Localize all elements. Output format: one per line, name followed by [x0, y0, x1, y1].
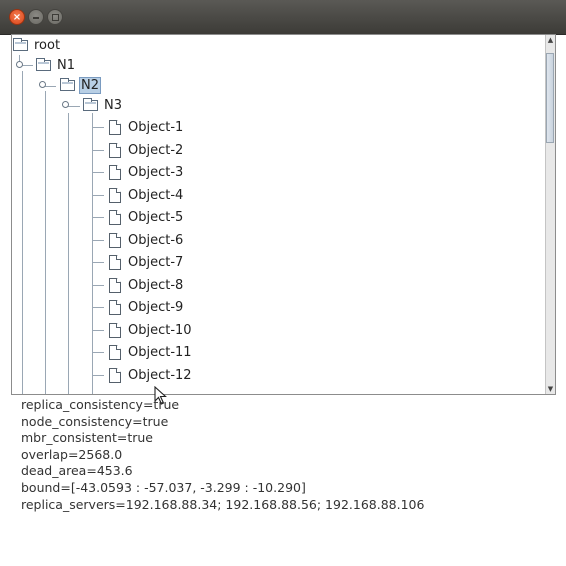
file-fold-icon [116, 143, 121, 148]
tree-node-object[interactable]: Object-12 [12, 366, 212, 386]
window-titlebar[interactable]: × [0, 0, 566, 35]
tree-node-object[interactable]: Object-8 [12, 276, 212, 296]
file-fold-icon [116, 345, 121, 350]
tree-node-object[interactable]: Object-3 [12, 163, 212, 183]
node-info-panel: replica_consistency=true node_consistenc… [21, 397, 551, 513]
tree-view[interactable]: root N1 N2 N3 Object-1 Object-2 Object-3 Ob… [11, 34, 556, 395]
info-dead-area: dead_area=453.6 [21, 463, 133, 479]
tree-node-object[interactable]: Object-7 [12, 253, 212, 273]
scroll-down-icon[interactable]: ▼ [546, 384, 555, 394]
tree-node-object[interactable]: Object-9 [12, 298, 212, 318]
file-fold-icon [116, 165, 121, 170]
tree-node-label: Object-11 [128, 345, 192, 360]
maximize-window-button[interactable] [47, 9, 63, 25]
file-fold-icon [116, 278, 121, 283]
tree-node-label: Object-2 [128, 143, 184, 158]
tree-node-n2[interactable]: N2 [12, 76, 122, 96]
info-mbr-consistent: mbr_consistent=true [21, 430, 153, 446]
tree-node-label: N3 [104, 98, 122, 113]
tree-node-object[interactable]: Object-11 [12, 343, 212, 363]
folder-icon [13, 38, 28, 51]
scroll-up-icon[interactable]: ▲ [546, 35, 555, 45]
tree-node-label: N1 [57, 58, 75, 73]
file-fold-icon [116, 323, 121, 328]
tree-node-object[interactable]: Object-6 [12, 231, 212, 251]
tree-node-object[interactable]: Object-10 [12, 321, 212, 341]
tree-node-label: Object-9 [128, 300, 184, 315]
tree-node-object[interactable]: Object-4 [12, 186, 212, 206]
info-overlap: overlap=2568.0 [21, 446, 123, 462]
scroll-thumb[interactable] [546, 53, 554, 143]
tree-node-label: Object-12 [128, 368, 192, 383]
tree-node-root[interactable]: root [12, 36, 92, 56]
tree-node-label: Object-10 [128, 323, 192, 338]
tree-node-label: Object-6 [128, 233, 184, 248]
info-replica-servers: replica_servers=192.168.88.34; 192.168.8… [21, 496, 425, 512]
tree-node-label: Object-8 [128, 278, 184, 293]
tree-node-label: Object-3 [128, 165, 184, 180]
tree-node-n3[interactable]: N3 [12, 96, 132, 116]
file-fold-icon [116, 210, 121, 215]
tree-node-label: Object-7 [128, 255, 184, 270]
info-bound: bound=[-43.0593 : -57.037, -3.299 : -10.… [21, 479, 306, 495]
tree-node-label: N2 [79, 77, 101, 94]
tree-node-object[interactable]: Object-2 [12, 141, 212, 161]
file-fold-icon [116, 255, 121, 260]
tree-node-object[interactable]: Object-1 [12, 118, 212, 138]
file-fold-icon [116, 300, 121, 305]
file-fold-icon [116, 368, 121, 373]
file-fold-icon [116, 120, 121, 125]
tree-node-label: Object-1 [128, 120, 184, 135]
tree-node-label: root [34, 38, 61, 53]
tree-node-label: Object-4 [128, 188, 184, 203]
minimize-window-button[interactable] [28, 9, 44, 25]
folder-icon [36, 58, 51, 71]
expand-toggle-icon[interactable] [39, 81, 46, 88]
tree-node-n1[interactable]: N1 [12, 56, 92, 76]
tree-node-label: Object-5 [128, 210, 184, 225]
file-fold-icon [116, 188, 121, 193]
info-node-consistency: node_consistency=true [21, 413, 169, 429]
folder-icon [60, 78, 75, 91]
folder-icon [83, 98, 98, 111]
close-window-button[interactable]: × [9, 9, 25, 25]
tree-scrollbar[interactable]: ▲ ▼ [545, 35, 555, 394]
expand-toggle-icon[interactable] [62, 101, 69, 108]
info-replica-consistency: replica_consistency=true [21, 397, 180, 412]
tree-node-object[interactable]: Object-5 [12, 208, 212, 228]
file-fold-icon [116, 233, 121, 238]
expand-toggle-icon[interactable] [16, 61, 23, 68]
